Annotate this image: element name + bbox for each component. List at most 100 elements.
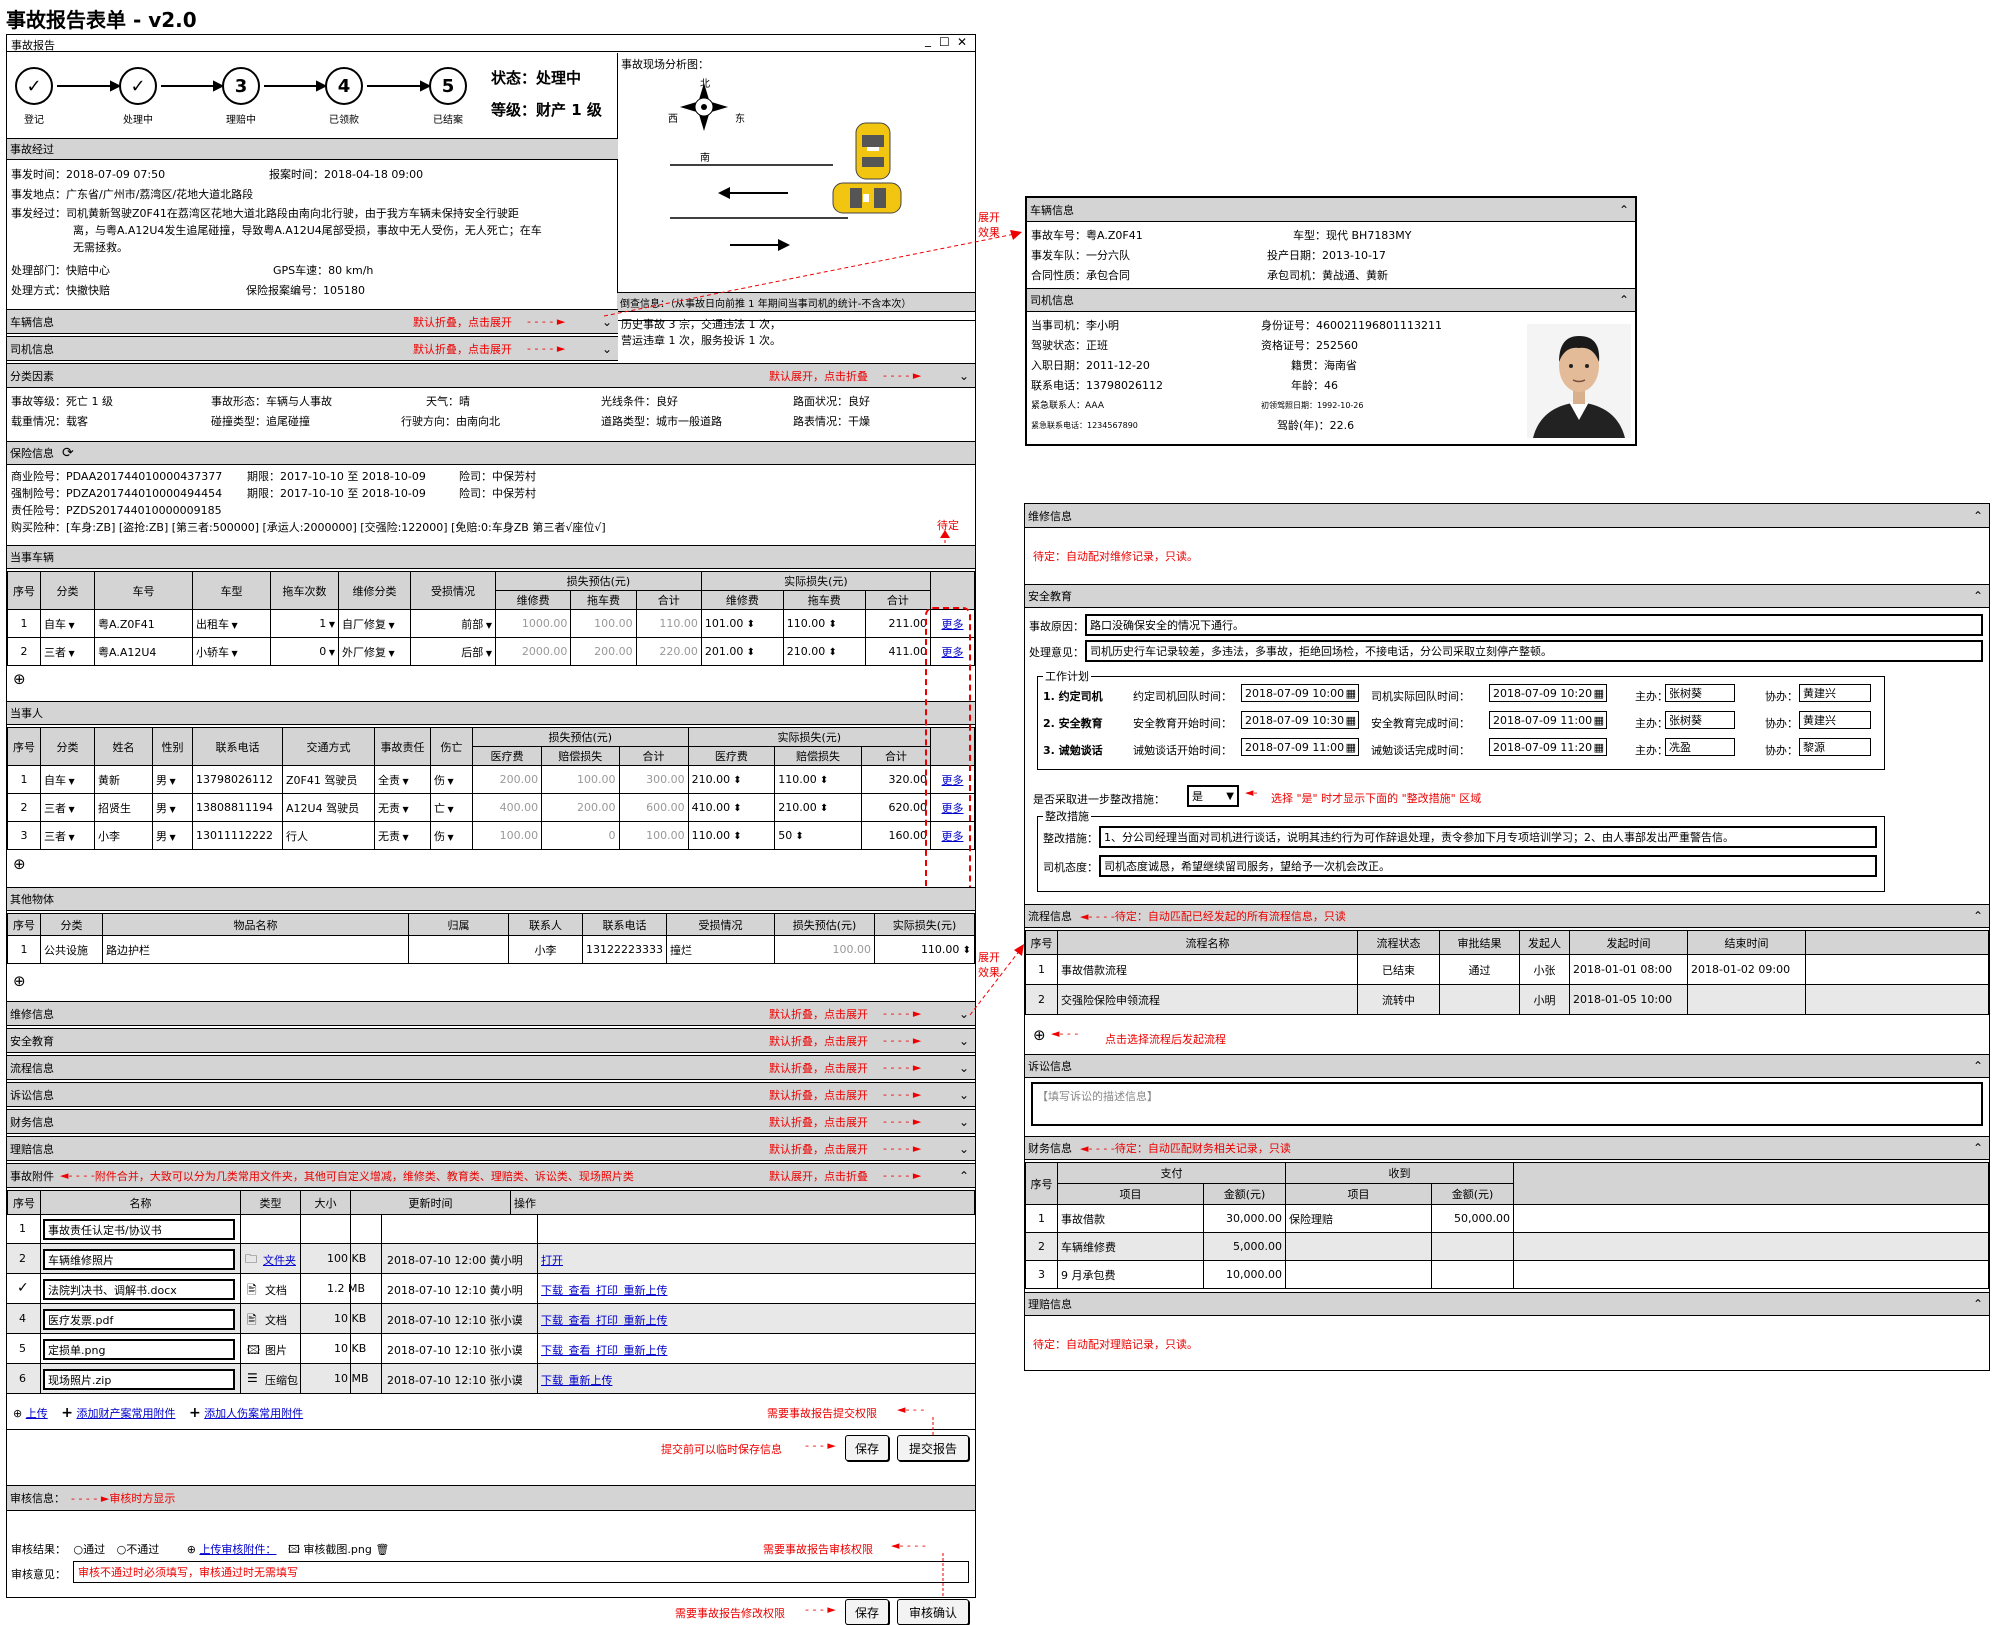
cause-field[interactable]: 路口没确保安全的情况下通行。 bbox=[1085, 614, 1983, 636]
date-field[interactable]: 2018-07-09 11:00 ▦ bbox=[1241, 738, 1359, 756]
pdf-icon: 🖹 bbox=[247, 1313, 257, 1327]
section-vehicle-expanded[interactable]: 车辆信息 ⌃ bbox=[1027, 198, 1635, 222]
audit-save-button[interactable]: 保存 bbox=[845, 1599, 889, 1625]
attach-table: 序号 名称 类型 大小 更新时间 操作 bbox=[7, 1190, 975, 1215]
upload-icon[interactable]: ⊕ bbox=[13, 1407, 22, 1420]
further-select[interactable]: 是 ▼ bbox=[1187, 785, 1239, 807]
step-2-label: 处理中 bbox=[123, 115, 153, 126]
opinion-field[interactable]: 司机历史行车记录较差，多违法，多事故，拒绝回场检，不接电话，分公司采取立刻停产整… bbox=[1085, 640, 1983, 662]
chevron-up-icon: ⌃ bbox=[1972, 508, 1983, 523]
filename-field[interactable]: 事故责任认定书/协议书 bbox=[43, 1219, 235, 1240]
section-vehicle-collapsed[interactable]: 车辆信息 默认折叠，点击展开 - - - - ► ⌄ bbox=[7, 309, 618, 334]
section-driver-collapsed[interactable]: 司机信息 默认折叠，点击展开 - - - - ► ⌄ bbox=[7, 336, 618, 361]
zip-icon: ☰ bbox=[247, 1371, 258, 1385]
filename-field[interactable]: 定损单.png bbox=[43, 1339, 235, 1360]
calendar-icon: ▦ bbox=[1593, 740, 1604, 754]
calendar-icon: ▦ bbox=[1345, 713, 1356, 727]
section-persons: 当事人 bbox=[7, 701, 975, 725]
chevron-down-icon: ⌄ bbox=[958, 368, 969, 383]
file-actions[interactable]: 下载 重新上传 bbox=[541, 1372, 613, 1388]
filename-field[interactable]: 车辆维修照片 bbox=[43, 1249, 235, 1270]
date-field[interactable]: 2018-07-09 10:20 ▦ bbox=[1489, 684, 1607, 702]
file-actions[interactable]: 下载 查看 打印 重新上传 bbox=[541, 1312, 668, 1328]
audit-result-row: 审核结果： ○通过 ○不通过 ⊕ 上传审核附件： 🖾 审核截图.png 🗑 bbox=[11, 1543, 390, 1556]
audit-placeholder: 审核不通过时必须填写，审核通过时无需填写 bbox=[78, 1566, 298, 1579]
date-field[interactable]: 2018-07-09 10:00 ▦ bbox=[1241, 684, 1359, 702]
file-actions[interactable]: 下载 查看 打印 重新上传 bbox=[541, 1282, 668, 1298]
table-row: 39 月承包费 10,000.00 bbox=[1025, 1260, 1989, 1289]
upload-audit-link[interactable]: 上传审核附件： bbox=[199, 1543, 276, 1556]
section-classify[interactable]: 分类因素 默认展开，点击折叠 - - - - ► ⌄ bbox=[7, 363, 975, 388]
chevron-up-icon: ⌃ bbox=[1618, 293, 1629, 307]
grade-text: 等级：财产 1 级 bbox=[491, 101, 602, 119]
date-field[interactable]: 2018-07-09 11:00 ▦ bbox=[1489, 711, 1607, 729]
filename-field[interactable]: 现场照片.zip bbox=[43, 1369, 235, 1390]
refresh-icon[interactable]: ⟳ bbox=[62, 445, 74, 461]
section-edu-expanded[interactable]: 安全教育 ⌃ bbox=[1025, 584, 1989, 608]
section-lit-collapsed[interactable]: 诉讼信息 默认折叠，点击展开 - - - - ► ⌄ bbox=[7, 1082, 975, 1107]
section-fin-collapsed[interactable]: 财务信息 默认折叠，点击展开 - - - - ► ⌄ bbox=[7, 1109, 975, 1134]
section-claim-collapsed[interactable]: 理赔信息 默认折叠，点击展开 - - - - ► ⌄ bbox=[7, 1136, 975, 1161]
section-fin-expanded[interactable]: 财务信息 ◄- - - - 待定：自动匹配财务相关记录，只读 ⌃ bbox=[1025, 1136, 1989, 1160]
fail-radio[interactable]: ○ bbox=[117, 1543, 127, 1556]
chevron-down-icon: ⌄ bbox=[958, 1141, 969, 1156]
attitude-field[interactable]: 司机态度诚恳，希望继续留司服务，望给予一次机会改正。 bbox=[1099, 855, 1877, 877]
submit-report-button[interactable]: 提交报告 bbox=[897, 1435, 969, 1461]
pass-radio[interactable]: ○ bbox=[74, 1543, 84, 1556]
section-lit-expanded[interactable]: 诉讼信息 ⌃ bbox=[1025, 1054, 1989, 1078]
chevron-up-icon: ⌃ bbox=[1972, 1297, 1983, 1311]
save-note: 提交前可以临时保存信息 bbox=[661, 1443, 782, 1456]
table-row: 2 交强险保险申领流程 流转中 小明 2018-01-05 10:00 bbox=[1025, 984, 1989, 1015]
section-claim-expanded[interactable]: 理赔信息 ⌃ bbox=[1025, 1292, 1989, 1316]
step-arrows bbox=[57, 80, 432, 92]
section-repair-expanded[interactable]: 维修信息 ⌃ bbox=[1025, 504, 1989, 528]
audit-opinion-input[interactable]: 审核不通过时必须填写，审核通过时无需填写 bbox=[73, 1561, 969, 1583]
section-flow-collapsed[interactable]: 流程信息 默认折叠，点击展开 - - - - ► ⌄ bbox=[7, 1055, 975, 1080]
lit-textarea[interactable]: 【填写诉讼的描述信息】 bbox=[1031, 1082, 1983, 1126]
close-icon[interactable]: ✕ bbox=[957, 35, 967, 49]
add-injury-attach-link[interactable]: 添加人伤案常用附件 bbox=[204, 1407, 303, 1420]
add-vehicle-icon[interactable]: ⊕ bbox=[13, 670, 26, 688]
assist-field[interactable]: 黎源 bbox=[1799, 738, 1871, 756]
section-driver-expanded[interactable]: 司机信息 ⌃ bbox=[1027, 288, 1635, 312]
add-other-icon[interactable]: ⊕ bbox=[13, 972, 26, 990]
upload-link[interactable]: 上传 bbox=[26, 1407, 48, 1420]
measures-field[interactable]: 1、分公司经理当面对司机进行谈话，说明其违约行为可作辞退处理，责令参加下月专项培… bbox=[1099, 826, 1877, 848]
table-row: 1 事故借款流程 已结束 通过 小张 2018-01-01 08:00 2018-01-02… bbox=[1025, 954, 1989, 985]
right-panel: 维修信息 ⌃ 待定：自动配对维修记录，只读。 安全教育 ⌃ 事故原因： 路口没确保安… bbox=[1024, 503, 1990, 1371]
section-repair-collapsed[interactable]: 维修信息 默认折叠，点击展开 - - - - ► ⌄ bbox=[7, 1001, 975, 1026]
date-field[interactable]: 2018-07-09 11:20 ▦ bbox=[1489, 738, 1607, 756]
expand-label-2: 展开效果 bbox=[978, 951, 1000, 979]
section-flow-expanded[interactable]: 流程信息 ◄- - - - 待定：自动匹配已经发起的所有流程信息，只读 ⌃ bbox=[1025, 904, 1989, 928]
table-row: 2三者粤A.A12U4小轿车0外厂修复后部2000.00200.00220.00… bbox=[7, 637, 975, 666]
submit-perm-arrow bbox=[932, 1417, 934, 1435]
file-actions[interactable]: 下载 查看 打印 重新上传 bbox=[541, 1342, 668, 1358]
minimize-icon[interactable]: _ bbox=[925, 33, 931, 47]
maximize-icon[interactable]: ☐ bbox=[939, 35, 950, 49]
assist-field[interactable]: 黄建兴 bbox=[1799, 684, 1871, 702]
step-5-label: 已结案 bbox=[433, 115, 463, 126]
owner-field[interactable]: 冼盈 bbox=[1665, 738, 1735, 756]
chevron-up-icon: ⌃ bbox=[1618, 202, 1629, 217]
status-text: 状态：处理中 bbox=[491, 69, 582, 87]
finance-table: 序号 支付 收到 项目 金额(元) 项目 金额(元) 1 事故借款 30,000.00 保险理赔… bbox=[1025, 1162, 1989, 1289]
table-row: 1自车粤A.Z0F41出租车1自厂修复前部1000.00100.00110.00… bbox=[7, 609, 975, 638]
expand-arrow-1 bbox=[603, 230, 1022, 317]
date-field[interactable]: 2018-07-09 10:30 ▦ bbox=[1241, 711, 1359, 729]
section-edu-collapsed[interactable]: 安全教育 默认折叠，点击展开 - - - - ► ⌄ bbox=[7, 1028, 975, 1053]
owner-field[interactable]: 张树葵 bbox=[1665, 684, 1735, 702]
open-link[interactable]: 打开 bbox=[541, 1252, 563, 1268]
add-property-attach-link[interactable]: 添加财产案常用附件 bbox=[76, 1407, 175, 1420]
add-person-icon[interactable]: ⊕ bbox=[13, 855, 26, 873]
add-flow-icon[interactable]: ⊕ bbox=[1033, 1026, 1046, 1044]
filename-field[interactable]: 医疗发票.pdf bbox=[43, 1309, 235, 1330]
owner-field[interactable]: 张树葵 bbox=[1665, 711, 1735, 729]
trash-icon[interactable]: 🗑 bbox=[375, 1543, 389, 1556]
upload-icon[interactable]: ⊕ bbox=[187, 1543, 196, 1556]
assist-field[interactable]: 黄建兴 bbox=[1799, 711, 1871, 729]
section-attach[interactable]: 事故附件 ◄- - - - 附件合并，大致可以分为几类常用文件夹，其他可自定义增减，… bbox=[7, 1163, 975, 1188]
save-button[interactable]: 保存 bbox=[845, 1435, 889, 1461]
audit-confirm-button[interactable]: 审核确认 bbox=[897, 1599, 969, 1625]
filename-field[interactable]: 法院判决书、调解书.docx bbox=[43, 1279, 235, 1300]
vehicle-driver-panel: 车辆信息 ⌃ 事故车号：粤A.Z0F41 车型：现代 BH7183MY 事发车队：一… bbox=[1025, 196, 1637, 446]
